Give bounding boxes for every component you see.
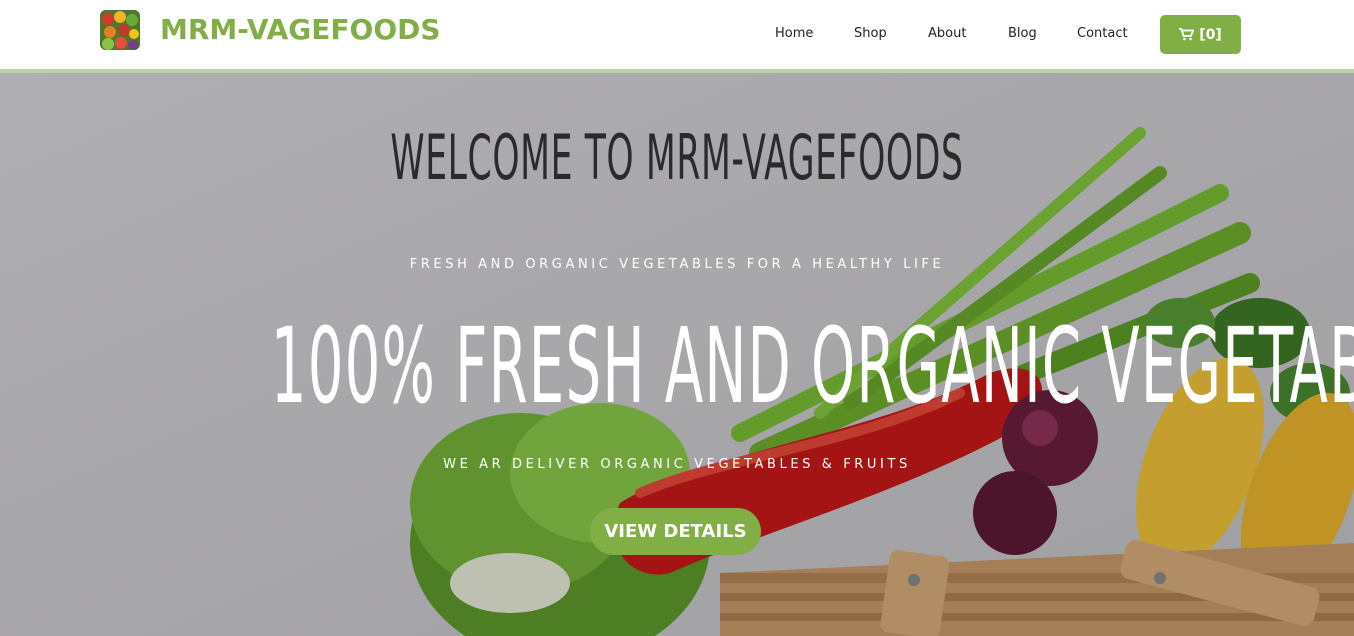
hero-subtitle: FRESH AND ORGANIC VEGETABLES FOR A HEALT…	[409, 257, 945, 272]
hero-tagline: WE AR DELIVER ORGANIC VEGETABLES & FRUIT…	[443, 457, 911, 472]
view-details-button[interactable]: VIEW DETAILS	[590, 508, 761, 555]
welcome-heading: WELCOME TO MRM-VAGEFOODS	[390, 121, 964, 194]
cart-count: [0]	[1199, 26, 1222, 43]
brand-name[interactable]: MRM-VAGEFOODS	[160, 13, 441, 46]
nav-home[interactable]: Home	[775, 26, 813, 41]
nav-about[interactable]: About	[928, 26, 966, 41]
nav-contact[interactable]: Contact	[1077, 26, 1128, 41]
cart-icon	[1179, 28, 1195, 41]
vegetables-logo-icon[interactable]	[100, 10, 140, 50]
hero-section: WELCOME TO MRM-VAGEFOODS FRESH AND ORGAN…	[0, 73, 1354, 636]
hero-headline: 100% FRESH AND ORGANIC VEGETABLES	[270, 305, 1354, 427]
cart-button[interactable]: [0]	[1160, 15, 1241, 54]
navbar: MRM-VAGEFOODS Home Shop About Blog Conta…	[0, 0, 1354, 73]
nav-blog[interactable]: Blog	[1008, 26, 1037, 41]
nav-shop[interactable]: Shop	[854, 26, 887, 41]
